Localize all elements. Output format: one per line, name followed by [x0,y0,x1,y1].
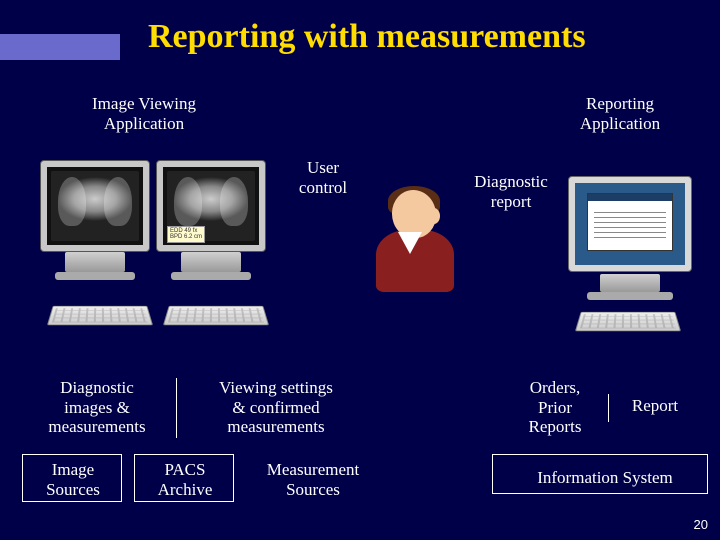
label-image-viewing-app: Image Viewing Application [64,94,224,133]
image-viewing-workstation: EDD 49 fx BPD 6.2 cm [40,160,270,336]
reporting-workstation [560,176,700,336]
separator [608,394,609,422]
label-viewing-settings: Viewing settings & confirmed measurement… [196,378,356,437]
monitor-right: EDD 49 fx BPD 6.2 cm [156,160,266,290]
box-information-system [492,454,708,494]
label-diagnostic-images: Diagnostic images & measurements [32,378,162,437]
keyboard-icon [47,306,153,325]
xray-image-icon [51,171,139,241]
monitor-left [40,160,150,290]
measurement-overlay: EDD 49 fx BPD 6.2 cm [167,226,205,243]
title-accent-bar [0,34,120,60]
box-image-sources [22,454,122,502]
label-orders-prior: Orders, Prior Reports [510,378,600,437]
keyboard-icon [163,306,269,325]
label-user-control: User control [278,158,368,197]
separator [176,378,177,438]
slide-number: 20 [694,517,708,532]
report-window-icon [587,193,673,251]
user-person-icon [370,190,460,300]
slide-title: Reporting with measurements [148,18,586,56]
keyboard-icon [575,312,681,331]
label-report: Report [620,396,690,416]
box-pacs-archive [134,454,234,502]
label-measurement-sources: Measurement Sources [248,460,378,499]
label-diagnostic-report: Diagnostic report [456,172,566,211]
label-reporting-app: Reporting Application [540,94,700,133]
